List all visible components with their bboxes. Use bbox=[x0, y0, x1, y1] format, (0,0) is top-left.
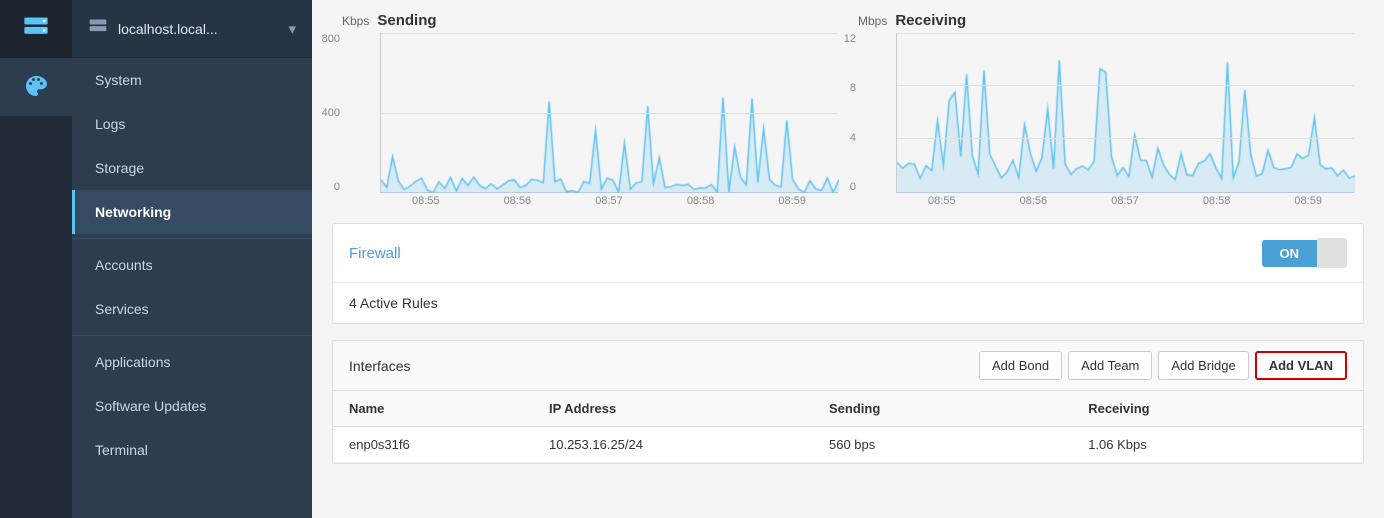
table-row: enp0s31f6 10.253.16.25/24 560 bps 1.06 K… bbox=[333, 427, 1363, 463]
server-icon bbox=[22, 14, 50, 45]
sidebar-item-applications[interactable]: Applications bbox=[72, 340, 312, 384]
palette-icon bbox=[24, 74, 48, 101]
icon-rail-top bbox=[0, 0, 72, 58]
x-label-0855: 08:55 bbox=[412, 195, 440, 207]
palette-icon-item[interactable] bbox=[0, 58, 72, 116]
sidebar-item-terminal[interactable]: Terminal bbox=[72, 428, 312, 472]
nav-header[interactable]: localhost.local... ▾ bbox=[72, 0, 312, 58]
r-grid-line-3 bbox=[897, 138, 1354, 139]
x-label-0856: 08:56 bbox=[504, 195, 532, 207]
ry-label-0: 0 bbox=[826, 181, 856, 193]
host-title: localhost.local... bbox=[118, 21, 218, 37]
ry-label-12: 12 bbox=[826, 33, 856, 45]
rx-label-0855: 08:55 bbox=[928, 195, 956, 207]
receiving-grid bbox=[897, 33, 1354, 192]
x-label-0859: 08:59 bbox=[778, 195, 806, 207]
add-vlan-button[interactable]: Add VLAN bbox=[1255, 351, 1347, 380]
toggle-on-button[interactable]: ON bbox=[1262, 240, 1318, 267]
nav-divider-1 bbox=[72, 238, 312, 239]
ry-label-8: 8 bbox=[826, 82, 856, 94]
col-sending: Sending bbox=[813, 391, 1072, 427]
charts-area: Kbps Sending 800 400 0 08:55 bbox=[312, 0, 1384, 207]
col-name: Name bbox=[333, 391, 533, 427]
sending-chart-wrapper bbox=[380, 33, 838, 193]
row-name: enp0s31f6 bbox=[333, 427, 533, 463]
sending-unit: Kbps bbox=[342, 14, 369, 28]
grid-line-2 bbox=[381, 113, 838, 114]
x-label-0857: 08:57 bbox=[595, 195, 623, 207]
main-content: Kbps Sending 800 400 0 08:55 bbox=[312, 0, 1384, 518]
col-receiving: Receiving bbox=[1072, 391, 1363, 427]
sending-grid bbox=[381, 33, 838, 192]
ry-label-4: 4 bbox=[826, 132, 856, 144]
table-header-row: Name IP Address Sending Receiving bbox=[333, 391, 1363, 427]
x-label-0858: 08:58 bbox=[687, 195, 715, 207]
r-grid-line-2 bbox=[897, 85, 1354, 86]
add-bridge-button[interactable]: Add Bridge bbox=[1158, 351, 1248, 380]
firewall-section: Firewall ON 4 Active Rules bbox=[332, 223, 1364, 324]
firewall-rules-text: 4 Active Rules bbox=[333, 283, 1363, 323]
sidebar-item-accounts[interactable]: Accounts bbox=[72, 243, 312, 287]
sidebar-item-storage[interactable]: Storage bbox=[72, 146, 312, 190]
col-ip: IP Address bbox=[533, 391, 813, 427]
receiving-x-labels: 08:55 08:56 08:57 08:58 08:59 bbox=[858, 195, 1354, 207]
sidebar-item-services[interactable]: Services bbox=[72, 287, 312, 331]
interfaces-header: Interfaces Add Bond Add Team Add Bridge … bbox=[333, 341, 1363, 391]
interfaces-table: Name IP Address Sending Receiving enp0s3… bbox=[333, 391, 1363, 463]
receiving-chart-wrapper bbox=[896, 33, 1354, 193]
sending-title: Sending bbox=[377, 12, 436, 29]
receiving-y-labels: 12 8 4 0 bbox=[826, 33, 856, 193]
grid-line-1 bbox=[381, 33, 838, 34]
rx-label-0857: 08:57 bbox=[1111, 195, 1139, 207]
r-grid-line-1 bbox=[897, 33, 1354, 34]
add-team-button[interactable]: Add Team bbox=[1068, 351, 1152, 380]
interfaces-title: Interfaces bbox=[349, 358, 410, 374]
interface-buttons: Add Bond Add Team Add Bridge Add VLAN bbox=[979, 351, 1347, 380]
y-label-400: 400 bbox=[312, 107, 340, 119]
y-label-0: 0 bbox=[312, 181, 340, 193]
firewall-header: Firewall ON bbox=[333, 224, 1363, 283]
host-server-icon bbox=[88, 17, 108, 41]
sidebar-item-logs[interactable]: Logs bbox=[72, 102, 312, 146]
y-label-800: 800 bbox=[312, 33, 340, 45]
firewall-link[interactable]: Firewall bbox=[349, 245, 401, 262]
receiving-title: Receiving bbox=[895, 12, 966, 29]
firewall-toggle[interactable]: ON bbox=[1262, 238, 1348, 268]
toggle-off-area[interactable] bbox=[1317, 238, 1347, 268]
sidebar-item-system[interactable]: System bbox=[72, 58, 312, 102]
receiving-chart-container: Mbps Receiving 12 8 4 0 bbox=[848, 12, 1364, 207]
chevron-down-icon: ▾ bbox=[288, 20, 296, 38]
nav-divider-2 bbox=[72, 335, 312, 336]
icon-rail bbox=[0, 0, 72, 518]
sending-y-labels: 800 400 0 bbox=[312, 33, 340, 193]
sidebar-item-software-updates[interactable]: Software Updates bbox=[72, 384, 312, 428]
row-receiving: 1.06 Kbps bbox=[1072, 427, 1363, 463]
nav-sidebar: localhost.local... ▾ System Logs Storage… bbox=[72, 0, 312, 518]
sending-x-labels: 08:55 08:56 08:57 08:58 08:59 bbox=[342, 195, 838, 207]
sidebar-item-networking[interactable]: Networking bbox=[72, 190, 312, 234]
receiving-unit: Mbps bbox=[858, 14, 887, 28]
rx-label-0858: 08:58 bbox=[1203, 195, 1231, 207]
add-bond-button[interactable]: Add Bond bbox=[979, 351, 1062, 380]
interfaces-section: Interfaces Add Bond Add Team Add Bridge … bbox=[332, 340, 1364, 464]
sending-chart-container: Kbps Sending 800 400 0 08:55 bbox=[332, 12, 848, 207]
row-ip: 10.253.16.25/24 bbox=[533, 427, 813, 463]
row-sending: 560 bps bbox=[813, 427, 1072, 463]
rx-label-0859: 08:59 bbox=[1294, 195, 1322, 207]
rx-label-0856: 08:56 bbox=[1020, 195, 1048, 207]
